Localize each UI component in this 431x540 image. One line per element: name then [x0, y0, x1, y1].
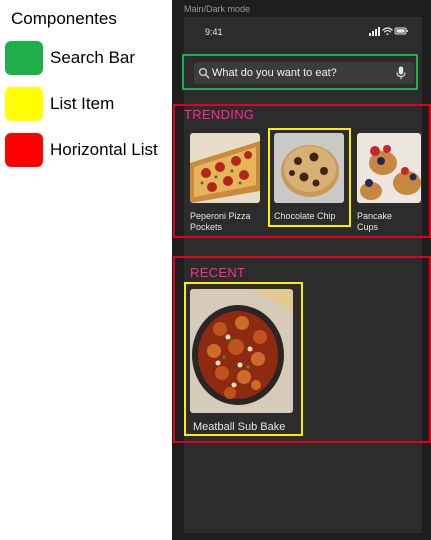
microphone-icon[interactable] [396, 66, 406, 80]
legend-label: Search Bar [50, 48, 136, 67]
legend-swatch-red [5, 133, 43, 167]
food-image-pancake-cups [357, 133, 421, 203]
food-image-cookie [274, 133, 344, 203]
food-image-meatball-bake [190, 289, 293, 413]
legend-panel: Componentes Search Bar List Item Horizon… [0, 0, 172, 540]
frame-label: Main/Dark mode [184, 4, 251, 14]
food-image-pizza [190, 133, 260, 203]
item-label: Chocolate Chip [274, 211, 336, 221]
search-input[interactable] [212, 62, 392, 84]
status-icons [369, 27, 408, 36]
legend-swatch-green [5, 41, 43, 75]
item-label: Pancake Cups [357, 211, 393, 232]
item-label: Meatball Sub Bake [193, 421, 286, 433]
legend-swatch-yellow [5, 87, 43, 121]
legend-label: List Item [50, 94, 115, 113]
signal-icon [369, 27, 380, 36]
trending-title: TRENDING [184, 107, 255, 122]
search-icon [198, 67, 210, 79]
wifi-icon [382, 27, 393, 36]
legend-label: Horizontal List [50, 140, 158, 159]
battery-icon [394, 27, 408, 35]
status-time: 9:41 [205, 27, 223, 37]
recent-title: RECENT [190, 265, 246, 280]
item-label: Peperoni Pizza Pockets [190, 211, 251, 232]
legend-title: Componentes [11, 9, 117, 28]
